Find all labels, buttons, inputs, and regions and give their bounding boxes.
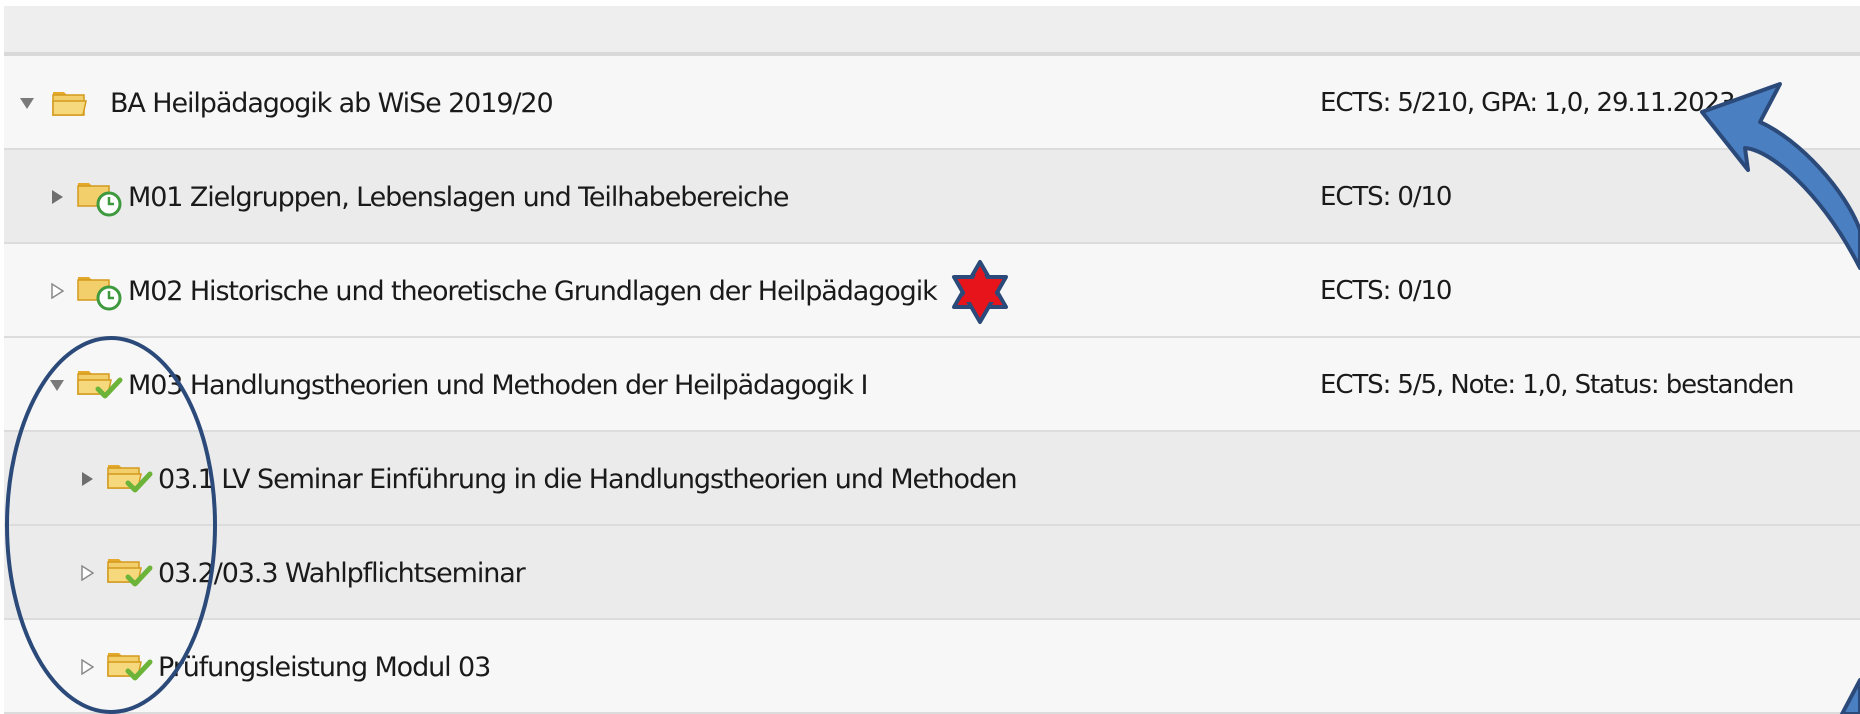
- expand-toggle-right-icon[interactable]: [76, 562, 98, 584]
- tree-row-label[interactable]: M03 Handlungstheorien und Methoden der H…: [128, 370, 868, 401]
- tree-row-pruefungsleistung[interactable]: Prüfungsleistung Modul 03: [4, 620, 1860, 714]
- tree-row-label[interactable]: BA Heilpädagogik ab WiSe 2019/20: [110, 88, 554, 119]
- tree-row-03-1[interactable]: 03.1 LV Seminar Einführung in die Handlu…: [4, 432, 1860, 526]
- tree-row-info: ECTS: 5/5, Note: 1,0, Status: bestanden: [1320, 370, 1795, 400]
- folder-check-icon: [74, 365, 126, 405]
- tree-row-label[interactable]: M01 Zielgruppen, Lebenslagen und Teilhab…: [128, 182, 789, 213]
- expand-toggle-right-icon[interactable]: [46, 280, 68, 302]
- tree-row-m03[interactable]: M03 Handlungstheorien und Methoden der H…: [4, 338, 1860, 432]
- open-folder-icon: [44, 83, 96, 123]
- tree-row-m02[interactable]: M02 Historische und theoretische Grundla…: [4, 244, 1860, 338]
- tree-row-label[interactable]: M02 Historische und theoretische Grundla…: [128, 276, 938, 307]
- folder-check-icon: [104, 553, 156, 593]
- folder-check-icon: [104, 647, 156, 687]
- tree-row-info: ECTS: 0/10: [1320, 276, 1452, 306]
- tree-row-label[interactable]: 03.2/03.3 Wahlpflichtseminar: [158, 558, 526, 589]
- expand-toggle-down-icon[interactable]: [46, 374, 68, 396]
- table-header-bar: [4, 6, 1860, 56]
- expand-toggle-down-icon[interactable]: [16, 92, 38, 114]
- tree-row-label[interactable]: Prüfungsleistung Modul 03: [158, 652, 491, 683]
- tree-row-info: ECTS: 5/210, GPA: 1,0, 29.11.2023: [1320, 88, 1736, 118]
- tree-row-03-2[interactable]: 03.2/03.3 Wahlpflichtseminar: [4, 526, 1860, 620]
- folder-clock-icon: [74, 271, 126, 311]
- expand-toggle-right-icon[interactable]: [76, 468, 98, 490]
- tree-row-label[interactable]: 03.1 LV Seminar Einführung in die Handlu…: [158, 464, 1018, 495]
- expand-toggle-right-icon[interactable]: [46, 186, 68, 208]
- tree-row-ba-heilpaedagogik[interactable]: BA Heilpädagogik ab WiSe 2019/20 ECTS: 5…: [4, 56, 1860, 150]
- study-progress-tree: BA Heilpädagogik ab WiSe 2019/20 ECTS: 5…: [4, 6, 1860, 714]
- tree-row-m01[interactable]: M01 Zielgruppen, Lebenslagen und Teilhab…: [4, 150, 1860, 244]
- folder-check-icon: [104, 459, 156, 499]
- folder-clock-icon: [74, 177, 126, 217]
- expand-toggle-right-icon[interactable]: [76, 656, 98, 678]
- tree-row-info: ECTS: 0/10: [1320, 182, 1452, 212]
